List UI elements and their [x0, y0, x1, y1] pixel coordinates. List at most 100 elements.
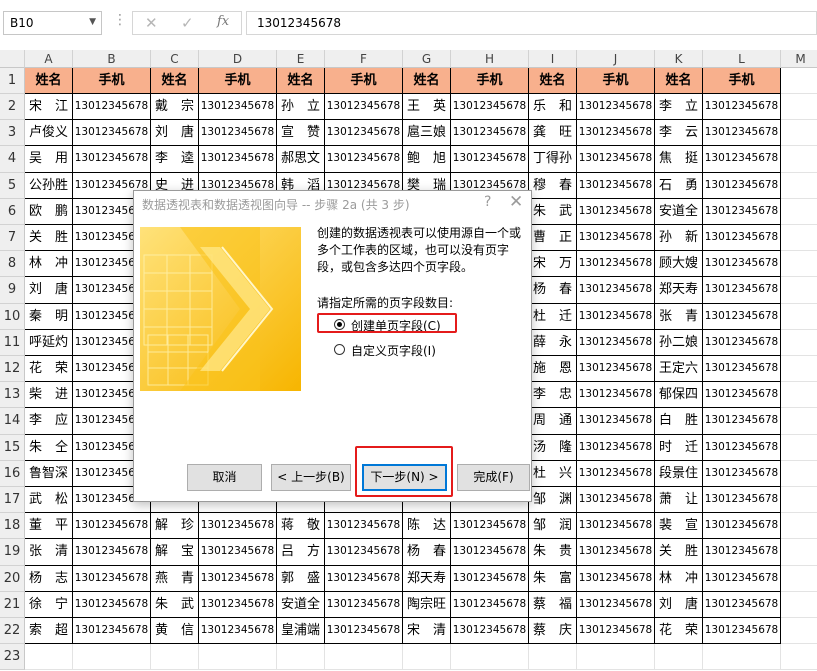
column-header[interactable]: C	[151, 50, 199, 68]
column-header[interactable]: G	[403, 50, 451, 68]
header-cell[interactable]: 姓名	[655, 68, 703, 94]
phone-cell[interactable]: 13012345678	[577, 565, 655, 592]
empty-cell[interactable]	[781, 408, 817, 435]
name-cell[interactable]: 杨 春	[403, 539, 451, 566]
phone-cell[interactable]: 13012345678	[577, 277, 655, 304]
name-cell[interactable]: 徐 宁	[25, 591, 73, 618]
phone-cell[interactable]: 13012345678	[451, 618, 529, 645]
phone-cell[interactable]: 13012345678	[325, 513, 403, 540]
name-cell[interactable]: 鲍 旭	[403, 146, 451, 173]
name-cell[interactable]: 燕 青	[151, 565, 199, 592]
phone-cell[interactable]: 13012345678	[577, 303, 655, 330]
empty-cell[interactable]	[781, 120, 817, 147]
empty-cell[interactable]	[781, 304, 817, 330]
name-cell[interactable]: 郑天寿	[403, 565, 451, 592]
phone-cell[interactable]: 13012345678	[73, 618, 151, 645]
name-cell[interactable]: 王 英	[403, 94, 451, 121]
name-cell[interactable]: 孙 新	[655, 225, 703, 252]
phone-cell[interactable]: 13012345678	[577, 460, 655, 487]
row-header[interactable]: 23	[0, 644, 25, 671]
name-cell[interactable]: 龚 旺	[529, 120, 577, 147]
empty-cell[interactable]	[25, 644, 73, 671]
phone-cell[interactable]: 13012345678	[451, 591, 529, 618]
name-cell[interactable]: 柴 进	[25, 382, 73, 409]
phone-cell[interactable]: 13012345678	[199, 539, 277, 566]
help-icon[interactable]: ?	[484, 194, 491, 210]
name-cell[interactable]: 林 冲	[25, 251, 73, 278]
row-header[interactable]: 6	[0, 198, 25, 225]
name-cell[interactable]: 白 胜	[655, 408, 703, 435]
column-header[interactable]: B	[73, 50, 151, 68]
name-cell[interactable]: 蔡 庆	[529, 618, 577, 645]
name-cell[interactable]: 丁得孙	[529, 146, 577, 173]
empty-cell[interactable]	[781, 513, 817, 540]
name-cell[interactable]: 鲁智深	[25, 460, 73, 487]
phone-cell[interactable]: 13012345678	[577, 251, 655, 278]
row-header[interactable]: 22	[0, 618, 25, 645]
phone-cell[interactable]: 13012345678	[73, 539, 151, 566]
dialog-titlebar[interactable]: 数据透视表和数据透视图向导 -- 步骤 2a (共 3 步) ? ✕	[134, 191, 531, 217]
row-header[interactable]: 8	[0, 251, 25, 278]
name-cell[interactable]: 朱 武	[151, 591, 199, 618]
name-cell[interactable]: 乐 和	[529, 94, 577, 121]
phone-cell[interactable]: 13012345678	[703, 303, 781, 330]
finish-button[interactable]: 完成(F)	[457, 464, 530, 491]
column-header[interactable]: F	[325, 50, 403, 68]
name-box[interactable]: B10 ▼	[3, 11, 102, 35]
phone-cell[interactable]: 13012345678	[577, 539, 655, 566]
cancel-button[interactable]: 取消	[187, 464, 262, 491]
name-cell[interactable]: 张 清	[25, 539, 73, 566]
name-cell[interactable]: 解 宝	[151, 539, 199, 566]
radio-unselected-icon[interactable]	[334, 344, 345, 355]
header-cell[interactable]: 手机	[451, 68, 529, 94]
row-header[interactable]: 21	[0, 591, 25, 618]
phone-cell[interactable]: 13012345678	[577, 94, 655, 121]
empty-cell[interactable]	[781, 435, 817, 461]
phone-cell[interactable]: 13012345678	[703, 591, 781, 618]
name-cell[interactable]: 公孙胜	[25, 172, 73, 199]
empty-cell[interactable]	[781, 330, 817, 356]
header-cell[interactable]: 姓名	[403, 68, 451, 94]
empty-cell[interactable]	[781, 94, 817, 121]
row-header[interactable]: 11	[0, 329, 25, 356]
phone-cell[interactable]: 13012345678	[703, 513, 781, 540]
phone-cell[interactable]: 13012345678	[451, 146, 529, 173]
phone-cell[interactable]: 13012345678	[199, 618, 277, 645]
phone-cell[interactable]: 13012345678	[325, 120, 403, 147]
name-cell[interactable]: 关 胜	[655, 539, 703, 566]
name-cell[interactable]: 李 逵	[151, 146, 199, 173]
empty-cell[interactable]	[325, 644, 403, 671]
name-cell[interactable]: 蔡 福	[529, 591, 577, 618]
phone-cell[interactable]: 13012345678	[703, 172, 781, 199]
phone-cell[interactable]: 13012345678	[703, 225, 781, 252]
name-cell[interactable]: 花 荣	[25, 356, 73, 383]
name-cell[interactable]: 戴 宗	[151, 94, 199, 121]
phone-cell[interactable]: 13012345678	[577, 434, 655, 461]
name-cell[interactable]: 刘 唐	[25, 277, 73, 304]
phone-cell[interactable]: 13012345678	[451, 513, 529, 540]
phone-cell[interactable]: 13012345678	[451, 539, 529, 566]
phone-cell[interactable]: 13012345678	[325, 539, 403, 566]
empty-cell[interactable]	[781, 644, 817, 671]
name-cell[interactable]: 萧 让	[655, 487, 703, 514]
empty-cell[interactable]	[199, 644, 277, 671]
name-cell[interactable]: 李 云	[655, 120, 703, 147]
phone-cell[interactable]: 13012345678	[577, 198, 655, 225]
row-header[interactable]: 15	[0, 434, 25, 461]
phone-cell[interactable]: 13012345678	[73, 94, 151, 121]
phone-cell[interactable]: 13012345678	[703, 251, 781, 278]
name-cell[interactable]: 花 荣	[655, 618, 703, 645]
empty-cell[interactable]	[703, 644, 781, 671]
name-cell[interactable]: 裴 宣	[655, 513, 703, 540]
phone-cell[interactable]: 13012345678	[73, 120, 151, 147]
phone-cell[interactable]: 13012345678	[199, 591, 277, 618]
phone-cell[interactable]: 13012345678	[577, 329, 655, 356]
phone-cell[interactable]: 13012345678	[73, 565, 151, 592]
phone-cell[interactable]: 13012345678	[451, 120, 529, 147]
name-cell[interactable]: 李 忠	[529, 382, 577, 409]
name-cell[interactable]: 皇浦端	[277, 618, 325, 645]
name-cell[interactable]: 宋 清	[403, 618, 451, 645]
phone-cell[interactable]: 13012345678	[325, 94, 403, 121]
empty-cell[interactable]	[73, 644, 151, 671]
name-cell[interactable]: 郑天寿	[655, 277, 703, 304]
